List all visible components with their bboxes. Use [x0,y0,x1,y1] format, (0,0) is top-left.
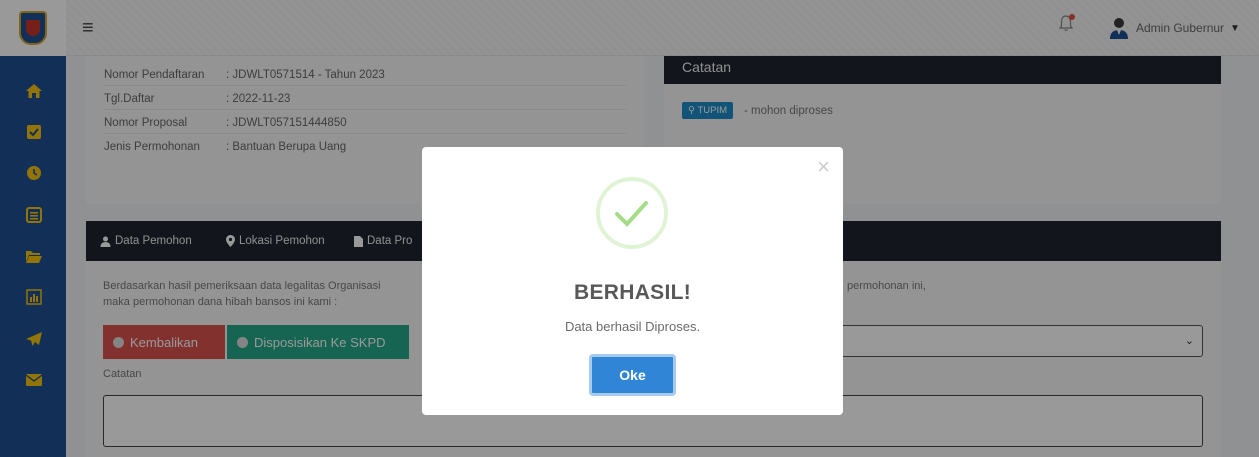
modal-message: Data berhasil Diproses. [564,319,701,334]
success-check-icon [596,177,668,249]
close-icon[interactable]: × [817,156,830,178]
oke-button[interactable]: Oke [589,354,676,396]
modal-title: BERHASIL! [573,281,692,304]
success-modal: × BERHASIL! Data berhasil Diproses. Oke [422,147,843,415]
